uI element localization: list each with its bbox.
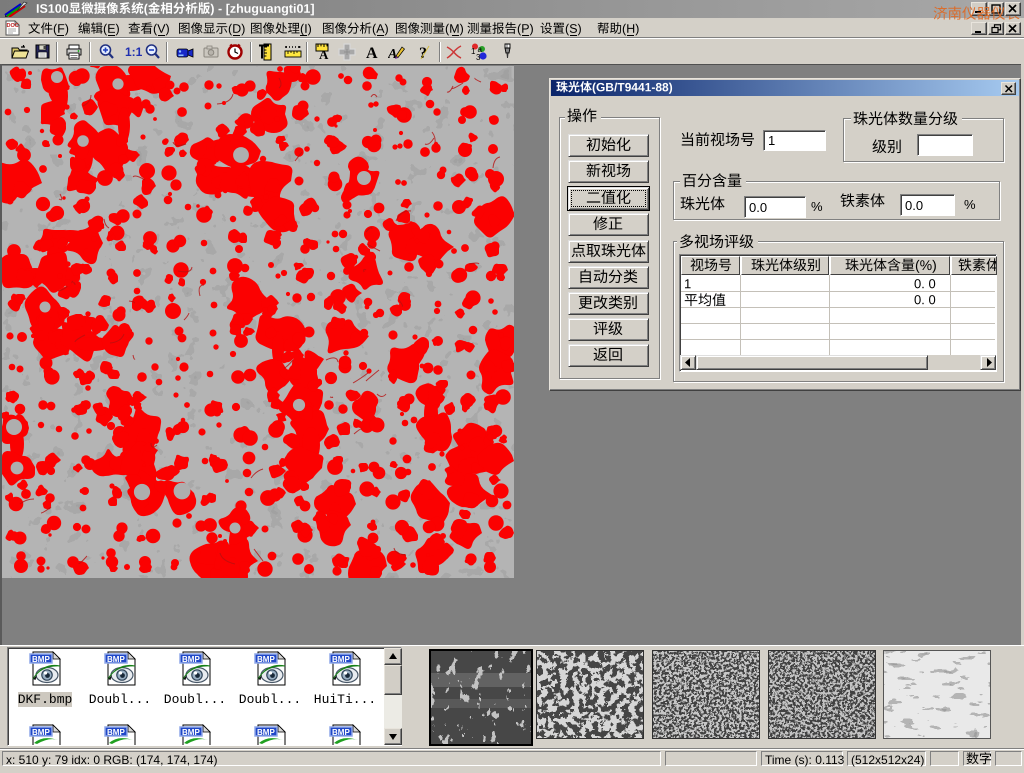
- svg-text:BMP: BMP: [107, 728, 125, 737]
- svg-text:BMP: BMP: [332, 728, 350, 737]
- svg-text:?: ?: [419, 45, 427, 61]
- svg-text:A: A: [366, 45, 378, 61]
- svg-text:DOC: DOC: [7, 23, 19, 29]
- svg-text:BMP: BMP: [257, 728, 275, 737]
- svg-text:BMP: BMP: [332, 655, 350, 664]
- svg-text:BMP: BMP: [257, 655, 275, 664]
- svg-text:A: A: [388, 47, 397, 61]
- svg-text:BMP: BMP: [107, 655, 125, 664]
- svg-text:1:1: 1:1: [125, 45, 143, 59]
- svg-text:A: A: [319, 47, 329, 61]
- svg-text:BMP: BMP: [182, 728, 200, 737]
- svg-text:BMP: BMP: [182, 655, 200, 664]
- svg-text:BMP: BMP: [32, 728, 50, 737]
- svg-text:3: 3: [476, 53, 481, 61]
- svg-text:BMP: BMP: [32, 655, 50, 664]
